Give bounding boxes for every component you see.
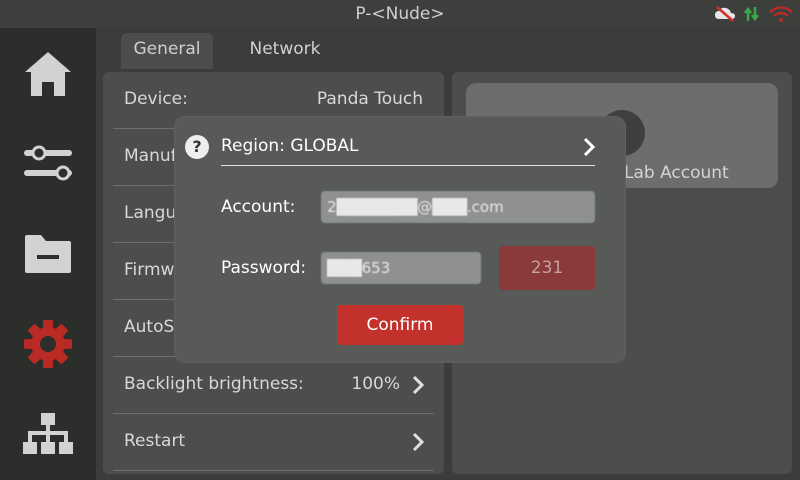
row-label: Manuf bbox=[124, 146, 177, 166]
region-selector[interactable]: Region: GLOBAL bbox=[221, 136, 359, 156]
settings-row-backlight[interactable]: Backlight brightness: 100% bbox=[113, 357, 434, 414]
row-label: Backlight brightness: bbox=[124, 374, 304, 394]
login-dialog: ? Region: GLOBAL Account: 2███████@███.c… bbox=[175, 117, 625, 362]
verification-code-button[interactable]: 231 bbox=[499, 246, 595, 290]
confirm-button[interactable]: Confirm bbox=[337, 305, 463, 345]
folder-icon bbox=[25, 235, 71, 273]
row-value: 100% bbox=[351, 374, 400, 394]
tab-network[interactable]: Network bbox=[238, 33, 332, 69]
row-label: AutoSl bbox=[124, 317, 179, 337]
row-label: Device: bbox=[124, 89, 188, 109]
tab-general[interactable]: General bbox=[121, 33, 213, 69]
nav-network[interactable] bbox=[22, 408, 74, 460]
chevron-right-icon bbox=[412, 432, 424, 452]
transfer-arrows-icon bbox=[744, 6, 759, 22]
password-input[interactable]: ███653 bbox=[321, 252, 481, 284]
account-label: Account: bbox=[221, 197, 296, 217]
nav-controls[interactable] bbox=[22, 137, 74, 189]
row-label: Restart bbox=[124, 431, 186, 451]
row-value: Panda Touch bbox=[316, 89, 423, 109]
account-input[interactable]: 2███████@███.com bbox=[321, 191, 595, 223]
password-label: Password: bbox=[221, 258, 307, 278]
nav-files[interactable] bbox=[22, 228, 74, 280]
divider bbox=[221, 165, 595, 166]
sliders-icon bbox=[24, 145, 72, 181]
row-label: Firmw bbox=[124, 260, 175, 280]
title-bar: P-<Nude> bbox=[0, 0, 800, 28]
gear-icon bbox=[24, 320, 72, 368]
row-label: Langu bbox=[124, 203, 177, 223]
sidebar bbox=[0, 28, 96, 480]
status-icons bbox=[714, 5, 794, 23]
home-icon bbox=[25, 52, 71, 96]
chevron-right-icon[interactable] bbox=[583, 137, 595, 157]
window-title: P-<Nude> bbox=[355, 4, 445, 24]
wifi-error-icon bbox=[769, 6, 793, 22]
help-icon[interactable]: ? bbox=[185, 135, 209, 159]
no-cloud-icon bbox=[715, 6, 735, 22]
lab-account-label: Lab Account bbox=[624, 163, 729, 183]
settings-row-restart[interactable]: Restart bbox=[113, 414, 434, 471]
nav-home[interactable] bbox=[22, 48, 74, 100]
chevron-right-icon bbox=[412, 375, 424, 395]
network-icon bbox=[23, 413, 73, 454]
nav-settings[interactable] bbox=[22, 318, 74, 370]
